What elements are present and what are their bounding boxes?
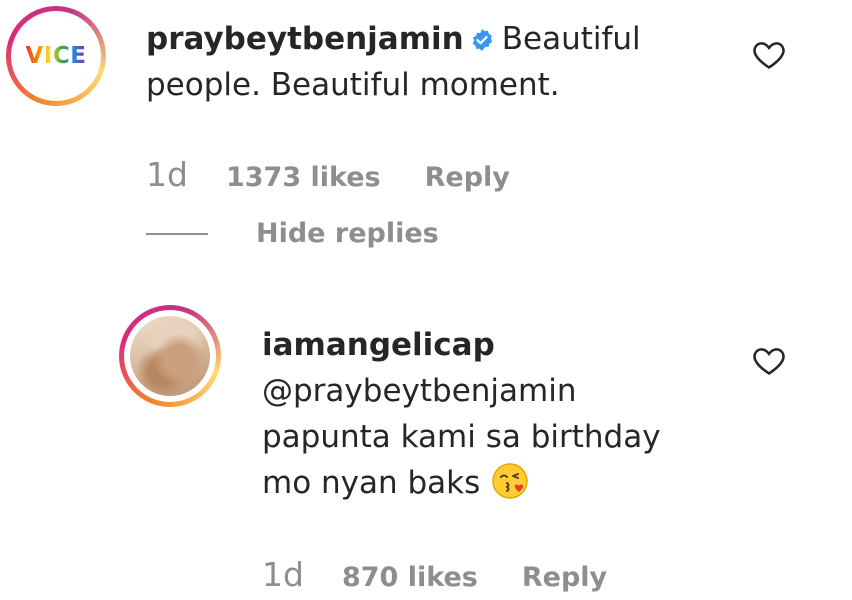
vice-logo-text: VICE (25, 43, 87, 69)
comment-meta: 1d 1373 likes Reply (146, 155, 510, 194)
comment-likes[interactable]: 1373 likes (226, 162, 381, 193)
reply-mention[interactable]: @praybeytbenjamin (262, 373, 576, 409)
heart-icon[interactable] (752, 38, 786, 70)
reply-meta: 1d 870 likes Reply (262, 555, 607, 594)
comment-text-line2: people. Beautiful moment. (146, 67, 560, 103)
reply-avatar[interactable] (119, 305, 221, 407)
reply-username[interactable]: iamangelicap (262, 327, 495, 363)
comment-time[interactable]: 1d (146, 155, 188, 194)
kissing-emoji-icon (492, 463, 529, 499)
comment-avatar[interactable]: VICE (6, 6, 106, 106)
comment-reply-button[interactable]: Reply (425, 162, 510, 193)
hide-replies-label: Hide replies (256, 218, 439, 249)
reply-avatar-photo (130, 316, 210, 396)
vice-logo: VICE (11, 11, 101, 101)
comment-body: praybeytbenjamin Beautiful people. Beaut… (146, 16, 746, 108)
verified-badge-icon (472, 29, 492, 51)
reply-avatar-frame (124, 310, 216, 402)
divider-line (146, 232, 208, 235)
comment-username[interactable]: praybeytbenjamin (146, 21, 464, 57)
comment-text-line1: Beautiful (501, 21, 641, 57)
reply-text-line3: mo nyan baks (262, 465, 481, 501)
reply-time[interactable]: 1d (262, 555, 304, 594)
reply-reply-button[interactable]: Reply (522, 562, 607, 593)
hide-replies-button[interactable]: Hide replies (146, 218, 439, 249)
reply-likes[interactable]: 870 likes (342, 562, 478, 593)
heart-icon[interactable] (752, 344, 786, 376)
reply-body: iamangelicap @praybeytbenjamin papunta k… (262, 322, 782, 506)
reply-text-line2: papunta kami sa birthday (262, 419, 661, 455)
